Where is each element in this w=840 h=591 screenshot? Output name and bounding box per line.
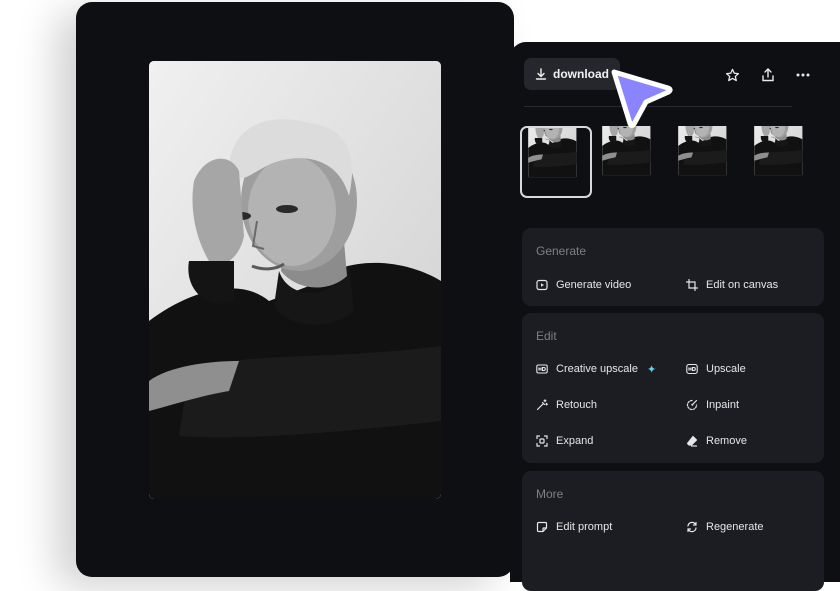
thumbnail[interactable]	[520, 126, 592, 198]
inpaint-button[interactable]: Inpaint	[686, 395, 739, 415]
retouch-button[interactable]: Retouch	[536, 395, 597, 415]
image-card	[76, 2, 514, 577]
edit-prompt-icon	[536, 521, 548, 533]
section-title: Edit	[536, 329, 557, 343]
more-icon[interactable]	[794, 66, 812, 84]
inpaint-icon	[686, 399, 698, 411]
hd-plus-icon	[536, 364, 548, 374]
generate-video-button[interactable]: Generate video	[536, 275, 631, 295]
remove-button[interactable]: Remove	[686, 431, 747, 451]
sparkle-icon: ✦	[646, 363, 657, 376]
refresh-icon	[687, 521, 697, 533]
edit-prompt-button[interactable]: Edit prompt	[536, 517, 612, 537]
section-title: Generate	[536, 244, 587, 258]
crop-icon	[686, 279, 698, 291]
thumbnail[interactable]	[672, 126, 744, 198]
expand-button[interactable]: Expand	[536, 431, 593, 451]
regenerate-button[interactable]: Regenerate	[686, 517, 764, 537]
eraser-icon	[686, 435, 698, 447]
thumbnail[interactable]	[596, 126, 668, 198]
download-label: download	[553, 67, 609, 81]
edit-on-canvas-button[interactable]: Edit on canvas	[686, 275, 778, 295]
play-square-icon	[536, 279, 548, 291]
download-button[interactable]: download	[524, 58, 620, 90]
section-title: More	[536, 487, 564, 501]
main-photo[interactable]	[149, 61, 441, 499]
share-icon[interactable]	[759, 66, 777, 84]
creative-upscale-button[interactable]: Creative upscale ✦	[536, 359, 656, 379]
edit-section: Edit Creative upscale ✦ Upscale Retouch …	[522, 313, 824, 463]
thumbnail[interactable]	[748, 126, 820, 198]
magic-wand-icon	[536, 399, 548, 411]
expand-icon	[536, 435, 548, 447]
star-icon[interactable]	[723, 66, 741, 84]
cursor-pointer-icon	[611, 69, 673, 129]
more-section: More Edit prompt Regenerate	[522, 471, 824, 591]
upscale-button[interactable]: Upscale	[686, 359, 746, 379]
download-icon	[535, 68, 547, 80]
generate-section: Generate Generate video Edit on canvas	[522, 228, 824, 306]
hd-icon	[686, 363, 698, 375]
